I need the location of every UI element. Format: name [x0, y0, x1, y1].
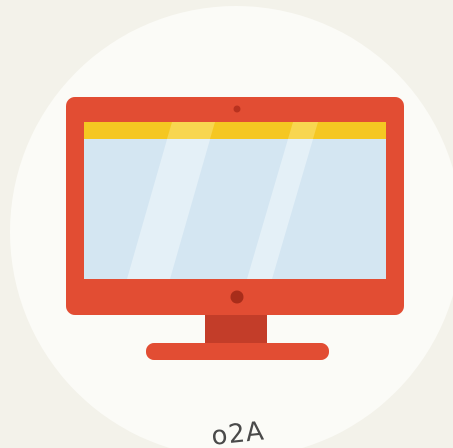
screen-top-bar — [84, 122, 386, 139]
monitor-stand-neck — [205, 314, 267, 348]
power-button — [230, 290, 244, 304]
illustration-stage: o2A — [0, 0, 453, 448]
caption-text: o2A — [210, 416, 267, 448]
top-bar-highlight — [288, 122, 318, 139]
monitor-screen — [84, 122, 386, 279]
desktop-monitor-icon — [66, 97, 404, 360]
camera-dot — [233, 105, 241, 113]
top-bar-highlight — [167, 122, 215, 139]
monitor-stand-base — [146, 343, 329, 360]
